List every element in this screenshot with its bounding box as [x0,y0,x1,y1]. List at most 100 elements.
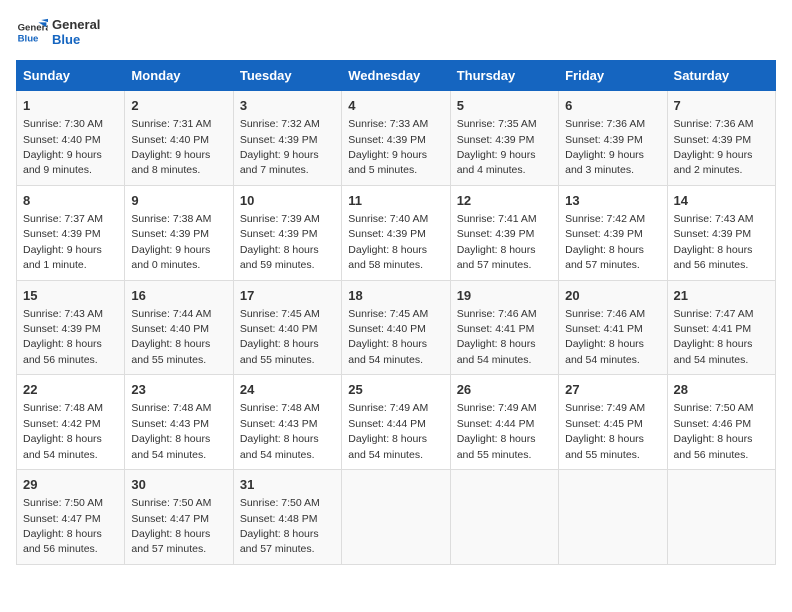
day-number: 9 [131,192,226,210]
day-number: 1 [23,97,118,115]
day-header-saturday: Saturday [667,61,775,91]
calendar-cell: 23 Sunrise: 7:48 AMSunset: 4:43 PMDaylig… [125,375,233,470]
day-number: 5 [457,97,552,115]
day-number: 18 [348,287,443,305]
day-info: Sunrise: 7:49 AMSunset: 4:45 PMDaylight:… [565,402,645,460]
calendar-cell: 2 Sunrise: 7:31 AMSunset: 4:40 PMDayligh… [125,91,233,186]
day-info: Sunrise: 7:50 AMSunset: 4:46 PMDaylight:… [674,402,754,460]
calendar-cell: 12 Sunrise: 7:41 AMSunset: 4:39 PMDaylig… [450,185,558,280]
calendar-cell: 26 Sunrise: 7:49 AMSunset: 4:44 PMDaylig… [450,375,558,470]
day-number: 20 [565,287,660,305]
calendar-cell: 6 Sunrise: 7:36 AMSunset: 4:39 PMDayligh… [559,91,667,186]
day-number: 22 [23,381,118,399]
calendar-cell: 14 Sunrise: 7:43 AMSunset: 4:39 PMDaylig… [667,185,775,280]
day-info: Sunrise: 7:43 AMSunset: 4:39 PMDaylight:… [23,308,103,366]
calendar-cell: 1 Sunrise: 7:30 AMSunset: 4:40 PMDayligh… [17,91,125,186]
calendar-cell: 5 Sunrise: 7:35 AMSunset: 4:39 PMDayligh… [450,91,558,186]
calendar-week-row: 8 Sunrise: 7:37 AMSunset: 4:39 PMDayligh… [17,185,776,280]
calendar-cell: 18 Sunrise: 7:45 AMSunset: 4:40 PMDaylig… [342,280,450,375]
day-header-wednesday: Wednesday [342,61,450,91]
day-number: 2 [131,97,226,115]
calendar-cell: 10 Sunrise: 7:39 AMSunset: 4:39 PMDaylig… [233,185,341,280]
day-info: Sunrise: 7:48 AMSunset: 4:43 PMDaylight:… [240,402,320,460]
day-info: Sunrise: 7:43 AMSunset: 4:39 PMDaylight:… [674,213,754,271]
day-number: 3 [240,97,335,115]
calendar-cell: 7 Sunrise: 7:36 AMSunset: 4:39 PMDayligh… [667,91,775,186]
logo-line2: Blue [52,32,100,47]
day-info: Sunrise: 7:41 AMSunset: 4:39 PMDaylight:… [457,213,537,271]
day-number: 30 [131,476,226,494]
day-number: 29 [23,476,118,494]
day-info: Sunrise: 7:35 AMSunset: 4:39 PMDaylight:… [457,118,537,176]
calendar-cell: 31 Sunrise: 7:50 AMSunset: 4:48 PMDaylig… [233,470,341,565]
calendar-cell: 15 Sunrise: 7:43 AMSunset: 4:39 PMDaylig… [17,280,125,375]
day-header-monday: Monday [125,61,233,91]
day-header-sunday: Sunday [17,61,125,91]
day-number: 25 [348,381,443,399]
day-info: Sunrise: 7:45 AMSunset: 4:40 PMDaylight:… [240,308,320,366]
svg-text:Blue: Blue [18,34,39,45]
day-info: Sunrise: 7:37 AMSunset: 4:39 PMDaylight:… [23,213,103,271]
day-info: Sunrise: 7:36 AMSunset: 4:39 PMDaylight:… [565,118,645,176]
day-number: 8 [23,192,118,210]
day-info: Sunrise: 7:36 AMSunset: 4:39 PMDaylight:… [674,118,754,176]
calendar-cell: 13 Sunrise: 7:42 AMSunset: 4:39 PMDaylig… [559,185,667,280]
day-info: Sunrise: 7:42 AMSunset: 4:39 PMDaylight:… [565,213,645,271]
day-info: Sunrise: 7:50 AMSunset: 4:47 PMDaylight:… [23,497,103,555]
day-info: Sunrise: 7:46 AMSunset: 4:41 PMDaylight:… [565,308,645,366]
day-info: Sunrise: 7:50 AMSunset: 4:48 PMDaylight:… [240,497,320,555]
day-number: 15 [23,287,118,305]
calendar-week-row: 29 Sunrise: 7:50 AMSunset: 4:47 PMDaylig… [17,470,776,565]
day-info: Sunrise: 7:31 AMSunset: 4:40 PMDaylight:… [131,118,211,176]
day-header-thursday: Thursday [450,61,558,91]
day-info: Sunrise: 7:40 AMSunset: 4:39 PMDaylight:… [348,213,428,271]
calendar-header-row: SundayMondayTuesdayWednesdayThursdayFrid… [17,61,776,91]
day-info: Sunrise: 7:50 AMSunset: 4:47 PMDaylight:… [131,497,211,555]
calendar-cell [342,470,450,565]
day-number: 27 [565,381,660,399]
day-number: 7 [674,97,769,115]
day-info: Sunrise: 7:49 AMSunset: 4:44 PMDaylight:… [348,402,428,460]
calendar-cell [667,470,775,565]
calendar-cell: 4 Sunrise: 7:33 AMSunset: 4:39 PMDayligh… [342,91,450,186]
page-header: General Blue General Blue [16,16,776,48]
logo: General Blue General Blue [16,16,100,48]
day-number: 16 [131,287,226,305]
day-info: Sunrise: 7:49 AMSunset: 4:44 PMDaylight:… [457,402,537,460]
day-number: 31 [240,476,335,494]
day-number: 28 [674,381,769,399]
day-info: Sunrise: 7:33 AMSunset: 4:39 PMDaylight:… [348,118,428,176]
calendar-cell: 29 Sunrise: 7:50 AMSunset: 4:47 PMDaylig… [17,470,125,565]
day-header-tuesday: Tuesday [233,61,341,91]
calendar-cell: 28 Sunrise: 7:50 AMSunset: 4:46 PMDaylig… [667,375,775,470]
calendar-cell: 27 Sunrise: 7:49 AMSunset: 4:45 PMDaylig… [559,375,667,470]
day-info: Sunrise: 7:46 AMSunset: 4:41 PMDaylight:… [457,308,537,366]
day-info: Sunrise: 7:48 AMSunset: 4:42 PMDaylight:… [23,402,103,460]
day-number: 11 [348,192,443,210]
calendar-cell [559,470,667,565]
logo-line1: General [52,17,100,32]
day-info: Sunrise: 7:48 AMSunset: 4:43 PMDaylight:… [131,402,211,460]
day-number: 23 [131,381,226,399]
day-info: Sunrise: 7:47 AMSunset: 4:41 PMDaylight:… [674,308,754,366]
day-info: Sunrise: 7:39 AMSunset: 4:39 PMDaylight:… [240,213,320,271]
calendar-table: SundayMondayTuesdayWednesdayThursdayFrid… [16,60,776,565]
day-number: 12 [457,192,552,210]
day-info: Sunrise: 7:32 AMSunset: 4:39 PMDaylight:… [240,118,320,176]
calendar-cell: 16 Sunrise: 7:44 AMSunset: 4:40 PMDaylig… [125,280,233,375]
day-number: 13 [565,192,660,210]
calendar-week-row: 1 Sunrise: 7:30 AMSunset: 4:40 PMDayligh… [17,91,776,186]
calendar-cell: 30 Sunrise: 7:50 AMSunset: 4:47 PMDaylig… [125,470,233,565]
day-number: 14 [674,192,769,210]
day-info: Sunrise: 7:45 AMSunset: 4:40 PMDaylight:… [348,308,428,366]
day-number: 10 [240,192,335,210]
calendar-cell: 20 Sunrise: 7:46 AMSunset: 4:41 PMDaylig… [559,280,667,375]
calendar-cell: 11 Sunrise: 7:40 AMSunset: 4:39 PMDaylig… [342,185,450,280]
calendar-week-row: 22 Sunrise: 7:48 AMSunset: 4:42 PMDaylig… [17,375,776,470]
day-info: Sunrise: 7:38 AMSunset: 4:39 PMDaylight:… [131,213,211,271]
day-number: 6 [565,97,660,115]
calendar-cell: 25 Sunrise: 7:49 AMSunset: 4:44 PMDaylig… [342,375,450,470]
calendar-week-row: 15 Sunrise: 7:43 AMSunset: 4:39 PMDaylig… [17,280,776,375]
day-number: 24 [240,381,335,399]
day-info: Sunrise: 7:44 AMSunset: 4:40 PMDaylight:… [131,308,211,366]
